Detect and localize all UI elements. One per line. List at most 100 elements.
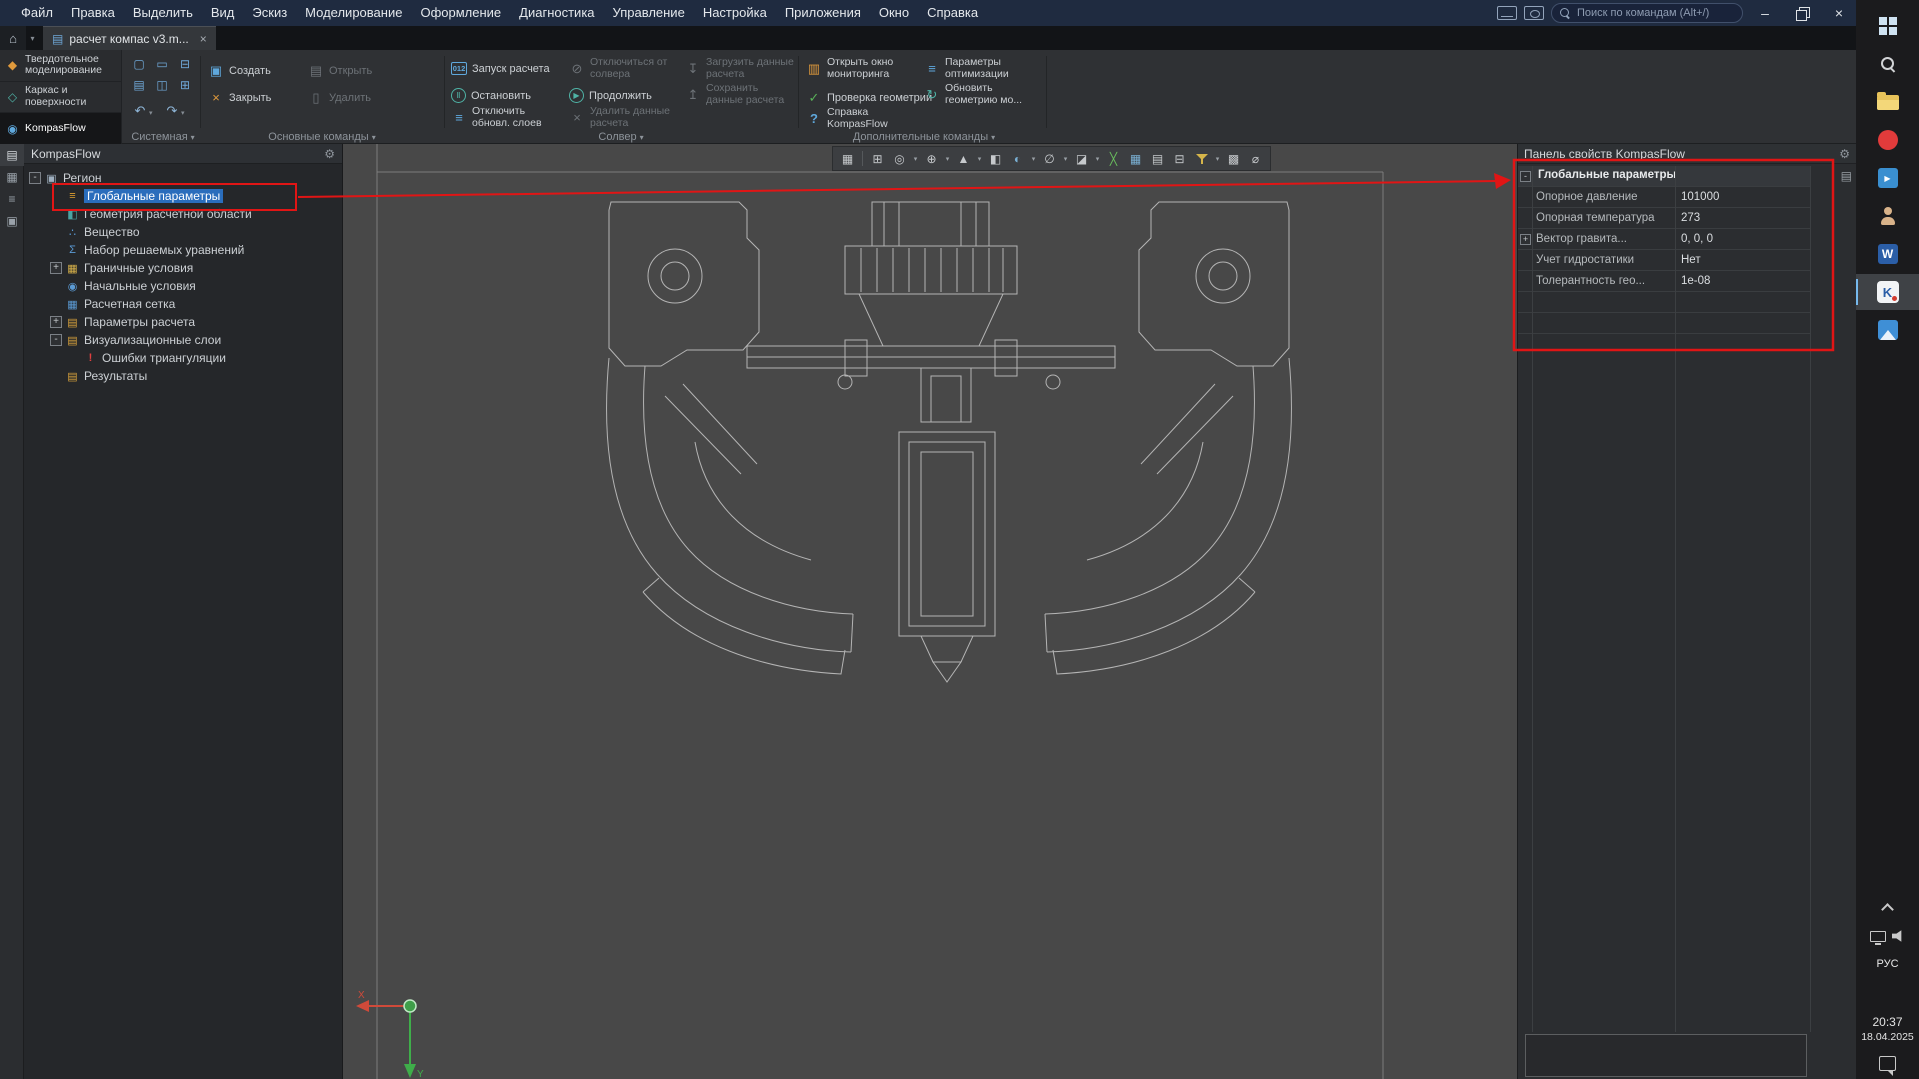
load-calc-data-button[interactable]: ↧ Загрузить данные расчета [685,57,796,80]
group-label-system[interactable]: Системная▾ [126,131,200,143]
property-value[interactable]: 0, 0, 0 [1681,233,1713,245]
delete-calc-data-button[interactable]: × Удалить данные расчета [569,106,680,129]
disable-layer-update-button[interactable]: ≡ Отключить обновл. слоев [451,106,562,129]
new-document-icon[interactable]: ▢ [129,55,149,73]
minimize-button[interactable]: – [1750,0,1780,26]
mode-solid-modeling[interactable]: ◆ Твердотельное моделирование [0,50,121,82]
kompas-app-button[interactable]: K [1856,274,1919,310]
pan-icon[interactable]: ⊕ [921,148,942,169]
open-button[interactable]: ▤ Открыть [308,63,372,79]
expand-icon[interactable]: + [50,316,62,328]
view-frame-icon[interactable]: ⊞ [867,148,888,169]
undo-icon[interactable]: ↶ [132,103,148,119]
collapse-icon[interactable]: - [29,172,41,184]
disconnect-solver-button[interactable]: ⊘ Отключиться от солвера [569,57,680,80]
optimization-parameters-button[interactable]: ≡ Параметры оптимизации [924,57,1035,80]
tree-item-mesh[interactable]: ▦ Расчетная сетка [24,295,342,313]
tree-item-boundary-conditions[interactable]: + ▦ Граничные условия [24,259,342,277]
grid3d-icon[interactable]: ▩ [1223,148,1244,169]
mode-kompasflow[interactable]: ◉ KompasFlow [0,113,121,144]
preview-icon[interactable]: ◫ [152,76,172,94]
print-icon[interactable]: ▤ [129,76,149,94]
filter-dropdown-icon[interactable]: ▾ [1213,155,1222,163]
gear-icon[interactable]: ⚙ [1839,147,1850,161]
menu-layout[interactable]: Оформление [411,0,510,26]
tree-item-calculation-parameters[interactable]: + ▤ Параметры расчета [24,313,342,331]
system-settings-icon[interactable]: ⊞ [175,76,195,94]
people-app-button[interactable] [1856,198,1919,234]
property-value[interactable]: 1e-08 [1681,275,1710,287]
update-geometry-button[interactable]: ↻ Обновить геометрию мо... [924,83,1035,106]
expand-icon[interactable]: + [50,262,62,274]
sheet-icon[interactable]: ▤ [1147,148,1168,169]
group-label-main-commands[interactable]: Основные команды▾ [202,131,442,143]
tree-item-initial-conditions[interactable]: ◉ Начальные условия [24,277,342,295]
tree-item-global-parameters[interactable]: ≡ Глобальные параметры [24,187,342,205]
menu-window[interactable]: Окно [870,0,918,26]
tree-item-region[interactable]: - ▣ Регион [24,169,342,187]
property-row-geometry-tolerance[interactable]: Толерантность гео... 1e-08 [1518,271,1811,292]
menu-modeling[interactable]: Моделирование [296,0,411,26]
collapse-icon[interactable]: - [50,334,62,346]
panel-tab-icon[interactable]: ▤ [1841,169,1852,183]
property-value[interactable]: Нет [1681,254,1701,266]
close-project-button[interactable]: × Закрыть [208,90,271,105]
menu-applications[interactable]: Приложения [776,0,870,26]
property-row-gravity-vector[interactable]: + Вектор гравита... 0, 0, 0 [1518,229,1811,250]
grid-snap-icon[interactable]: ▦ [837,148,858,169]
property-row-hydrostatics[interactable]: Учет гидростатики Нет [1518,250,1811,271]
menu-edit[interactable]: Правка [62,0,124,26]
check-geometry-button[interactable]: ✓ Проверка геометрии [806,90,932,106]
layers-panel-icon[interactable]: ≡ [0,188,24,210]
group-label-solver[interactable]: Солвер▾ [447,131,795,143]
zoom-icon[interactable]: ◎ [889,148,910,169]
start-button[interactable] [1856,8,1919,44]
filter-icon[interactable] [1191,148,1212,169]
file-explorer-button[interactable] [1856,84,1919,120]
menu-view[interactable]: Вид [202,0,244,26]
tree-item-triangulation-errors[interactable]: ! Ошибки триангуляции [24,349,342,367]
mesh-view-icon[interactable]: ▦ [1125,148,1146,169]
tray-expand-button[interactable] [1856,894,1919,920]
movies-app-button[interactable]: ▶ [1856,160,1919,196]
expand-icon[interactable]: + [1520,234,1531,245]
run-calculation-button[interactable]: 012 Запуск расчета [451,62,550,75]
hide-objects-icon[interactable]: ∅ [1039,148,1060,169]
tree-item-results[interactable]: ▤ Результаты [24,367,342,385]
menu-diagnostics[interactable]: Диагностика [510,0,603,26]
language-indicator[interactable]: РУС [1856,952,1919,976]
orientation-dropdown-icon[interactable]: ▾ [975,155,984,163]
display-settings-icon[interactable] [1497,6,1517,20]
section-view-dropdown-icon[interactable]: ▾ [1093,155,1102,163]
redo-icon[interactable]: ↷ [164,103,180,119]
mode-wireframe-surfaces[interactable]: ◇ Каркас и поверхности [0,82,121,114]
tab-close-icon[interactable]: × [200,32,207,46]
kompasflow-help-button[interactable]: ? Справка KompasFlow [806,107,917,130]
orientation-icon[interactable]: ▲ [953,148,974,169]
screenshot-icon[interactable] [1524,6,1544,20]
continue-button[interactable]: ▶ Продолжить [569,88,652,103]
stop-button[interactable]: Ⅱ Остановить [451,88,531,103]
model-viewport[interactable]: ▦ ⊞ ◎ ▾ ⊕ ▾ ▲ ▾ ◧ ◐ ▾ ∅ ▾ ◪ ▾ ╳ ▦ ▤ ⊟ ▾ … [343,144,1517,1079]
menu-select[interactable]: Выделить [124,0,202,26]
iso-view-icon[interactable]: ◧ [985,148,1006,169]
panels-icon[interactable]: ▤ [0,144,24,166]
display-mode-icon[interactable]: ◐ [1007,148,1028,169]
notification-center-button[interactable] [1856,1050,1919,1076]
home-dropdown-icon[interactable]: ▾ [26,26,39,50]
menu-file[interactable]: Файл [12,0,62,26]
property-section-row[interactable]: - Глобальные параметры [1518,166,1811,187]
pan-dropdown-icon[interactable]: ▾ [943,155,952,163]
photos-app-button[interactable] [1856,312,1919,348]
delete-button[interactable]: ▯ Удалить [308,90,371,106]
menu-sketch[interactable]: Эскиз [243,0,296,26]
tree-item-substance[interactable]: ∴ Вещество [24,223,342,241]
menu-help[interactable]: Справка [918,0,987,26]
layers-icon[interactable]: ⊟ [1169,148,1190,169]
open-document-icon[interactable]: ▭ [152,55,172,73]
property-value[interactable]: 273 [1681,212,1700,224]
command-search-input[interactable]: Поиск по командам (Alt+/) [1551,3,1743,23]
word-app-button[interactable]: W [1856,236,1919,272]
tree-item-equation-set[interactable]: Σ Набор решаемых уравнений [24,241,342,259]
home-button[interactable]: ⌂ [0,26,26,50]
